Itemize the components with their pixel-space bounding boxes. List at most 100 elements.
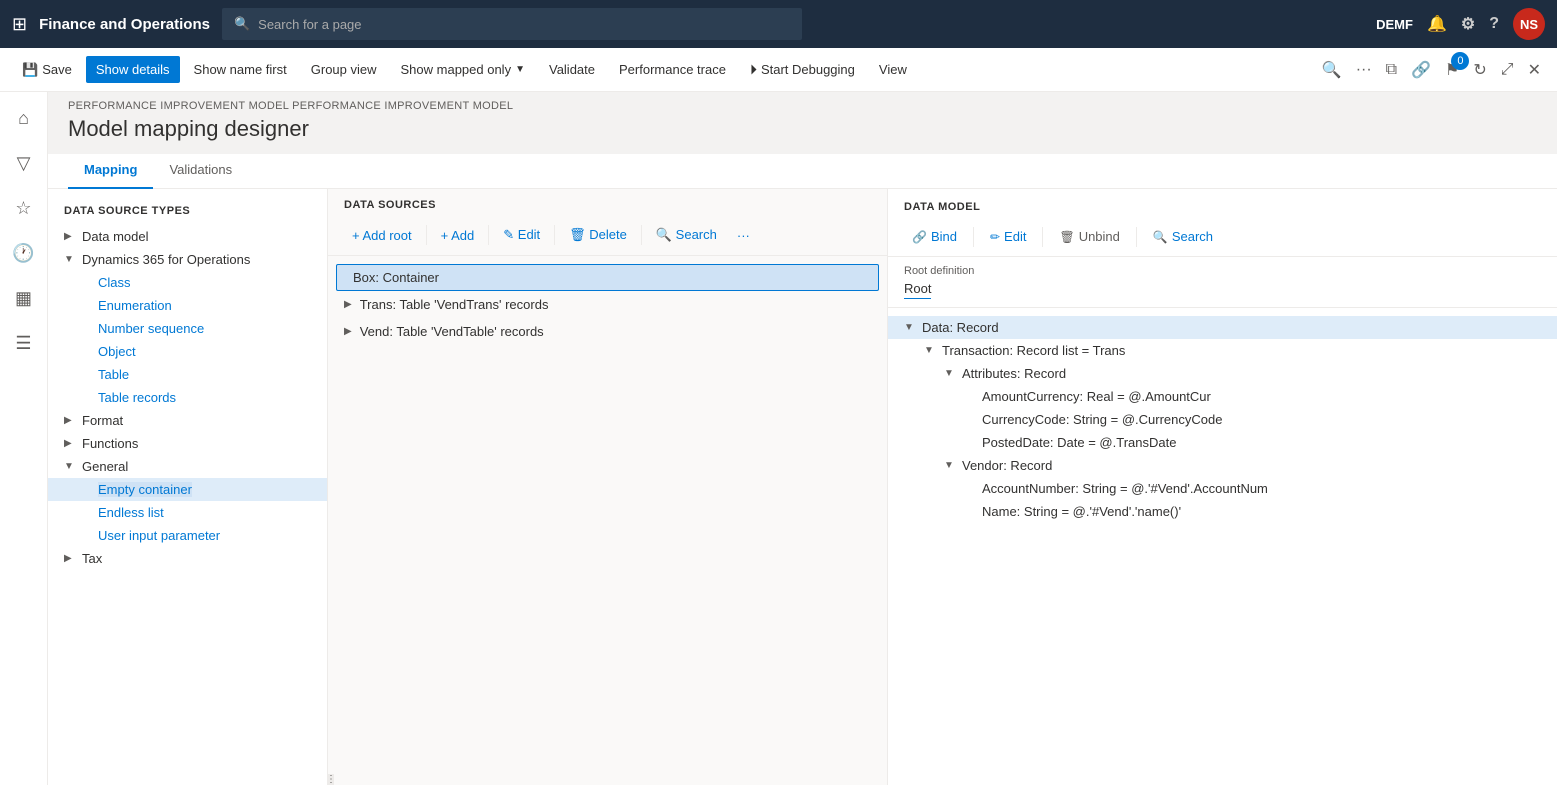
dm-edit-button[interactable]: ✏ Edit: [982, 225, 1034, 248]
dm-sep1: [973, 227, 974, 247]
ds-type-item[interactable]: Endless list: [48, 501, 327, 524]
ds-type-label: Table records: [98, 390, 176, 405]
delete-button[interactable]: 🗑 Delete: [561, 223, 635, 247]
workspace-icon[interactable]: ▦: [7, 280, 40, 317]
tab-mapping[interactable]: Mapping: [68, 154, 153, 189]
search-cmd-icon[interactable]: 🔍: [1318, 56, 1346, 84]
show-name-first-button[interactable]: Show name first: [184, 56, 297, 83]
ds-item[interactable]: ▶ Trans: Table 'VendTrans' records: [328, 291, 887, 318]
more-cmd-icon[interactable]: ···: [1352, 57, 1376, 83]
bind-button[interactable]: 🔗 Bind: [904, 225, 965, 248]
ds-type-label: Class: [98, 275, 131, 290]
flag-badge: 0: [1451, 52, 1469, 70]
favorites-icon[interactable]: ☆: [7, 190, 39, 227]
edit-button[interactable]: ✎ Edit: [495, 223, 548, 247]
ds-type-label: Functions: [82, 436, 138, 451]
recent-icon[interactable]: 🕐: [4, 235, 42, 272]
dm-item[interactable]: ▼ Attributes: Record: [888, 362, 1557, 385]
ds-type-item[interactable]: Number sequence: [48, 317, 327, 340]
global-search-input[interactable]: [258, 17, 790, 32]
filter-icon[interactable]: ▽: [9, 145, 39, 182]
inner-layout: DATA SOURCE TYPES ▶ Data model ▼ Dynamic…: [48, 189, 1557, 785]
ds-type-item[interactable]: Enumeration: [48, 294, 327, 317]
ds-type-item[interactable]: ▶ Tax: [48, 547, 327, 570]
ds-type-label: Dynamics 365 for Operations: [82, 252, 250, 267]
ds-sep3: [554, 225, 555, 245]
dm-item[interactable]: CurrencyCode: String = @.CurrencyCode: [888, 408, 1557, 431]
ds-type-label: Number sequence: [98, 321, 204, 336]
view-button[interactable]: View: [869, 56, 917, 83]
global-search-bar: 🔍: [222, 8, 802, 40]
dm-item[interactable]: ▼ Transaction: Record list = Trans: [888, 339, 1557, 362]
expand-icon[interactable]: ⤢: [1497, 57, 1518, 83]
add-button[interactable]: + Add: [433, 224, 483, 247]
ds-type-item[interactable]: Class: [48, 271, 327, 294]
tabs: Mapping Validations: [48, 154, 1557, 189]
save-button[interactable]: 💾 Save: [12, 56, 82, 84]
notification-icon[interactable]: 🔔: [1427, 14, 1447, 34]
chevron-icon: ▼: [944, 460, 956, 471]
dm-item-label: AmountCurrency: Real = @.AmountCur: [982, 389, 1211, 404]
unbind-button[interactable]: 🗑 Unbind: [1051, 225, 1127, 248]
ds-item[interactable]: Box: Container: [336, 264, 879, 291]
ds-type-label: Object: [98, 344, 136, 359]
command-bar: 💾 Save Show details Show name first Grou…: [0, 48, 1557, 92]
ds-sep4: [641, 225, 642, 245]
ds-type-label: Data model: [82, 229, 148, 244]
home-icon[interactable]: ⌂: [10, 100, 37, 137]
ds-item[interactable]: ▶ Vend: Table 'VendTable' records: [328, 318, 887, 345]
chevron-down-icon: ▼: [515, 64, 525, 75]
ds-content: Box: Container ▶ Trans: Table 'VendTrans…: [328, 256, 887, 774]
dm-item[interactable]: ▼ Data: Record: [888, 316, 1557, 339]
dm-item-label: Attributes: Record: [962, 366, 1066, 381]
settings-icon[interactable]: ⚙: [1461, 14, 1475, 34]
main-layout: ⌂ ▽ ☆ 🕐 ▦ ☰ PERFORMANCE IMPROVEMENT MODE…: [0, 92, 1557, 785]
ds-type-label: Tax: [82, 551, 102, 566]
list-icon[interactable]: ☰: [7, 325, 39, 362]
pin-icon[interactable]: ⧉: [1382, 57, 1401, 83]
ds-type-item[interactable]: ▼ Dynamics 365 for Operations: [48, 248, 327, 271]
user-avatar[interactable]: NS: [1513, 8, 1545, 40]
dm-search-button[interactable]: 🔍 Search: [1145, 225, 1221, 248]
help-icon[interactable]: ?: [1489, 15, 1499, 33]
dm-item[interactable]: AmountCurrency: Real = @.AmountCur: [888, 385, 1557, 408]
start-debugging-button[interactable]: ⏵ Start Debugging: [740, 55, 865, 84]
group-view-button[interactable]: Group view: [301, 56, 387, 83]
show-mapped-only-button[interactable]: Show mapped only ▼: [391, 56, 535, 83]
ds-type-label: Enumeration: [98, 298, 172, 313]
tab-validations[interactable]: Validations: [153, 154, 248, 189]
refresh-icon[interactable]: ↻: [1469, 56, 1490, 84]
dm-item[interactable]: ▼ Vendor: Record: [888, 454, 1557, 477]
ext-icon[interactable]: 🔗: [1407, 56, 1435, 84]
top-nav: ⊞ Finance and Operations 🔍 DEMF 🔔 ⚙ ? NS: [0, 0, 1557, 48]
nav-right: DEMF 🔔 ⚙ ? NS: [1376, 8, 1545, 40]
environment-label: DEMF: [1376, 17, 1413, 32]
add-root-button[interactable]: + Add root: [344, 224, 420, 247]
dm-item[interactable]: PostedDate: Date = @.TransDate: [888, 431, 1557, 454]
ds-type-item[interactable]: Object: [48, 340, 327, 363]
resize-handle[interactable]: ⋮: [328, 774, 334, 785]
validate-button[interactable]: Validate: [539, 56, 605, 83]
more-ds-button[interactable]: ···: [729, 224, 758, 247]
ds-type-item[interactable]: ▼ General: [48, 455, 327, 478]
performance-trace-button[interactable]: Performance trace: [609, 56, 736, 83]
close-icon[interactable]: ✕: [1524, 56, 1545, 84]
ds-type-item[interactable]: ▶ Data model: [48, 225, 327, 248]
ds-type-item[interactable]: Table records: [48, 386, 327, 409]
search-ds-button[interactable]: 🔍 Search: [648, 223, 725, 247]
ds-type-item[interactable]: ▶ Functions: [48, 432, 327, 455]
ds-type-item[interactable]: ▶ Format: [48, 409, 327, 432]
ds-type-item[interactable]: Empty container: [48, 478, 327, 501]
ds-type-item[interactable]: Table: [48, 363, 327, 386]
ds-item-label: Box: Container: [353, 270, 439, 285]
chevron-icon: ▼: [944, 368, 956, 379]
dm-item[interactable]: AccountNumber: String = @.'#Vend'.Accoun…: [888, 477, 1557, 500]
dm-sep2: [1042, 227, 1043, 247]
ds-type-label: User input parameter: [98, 528, 220, 543]
ds-type-item[interactable]: User input parameter: [48, 524, 327, 547]
dm-item-label: PostedDate: Date = @.TransDate: [982, 435, 1176, 450]
show-details-button[interactable]: Show details: [86, 56, 180, 83]
grid-icon[interactable]: ⊞: [12, 14, 27, 35]
dm-item[interactable]: Name: String = @.'#Vend'.'name()': [888, 500, 1557, 523]
chevron-icon: ▼: [904, 322, 916, 333]
